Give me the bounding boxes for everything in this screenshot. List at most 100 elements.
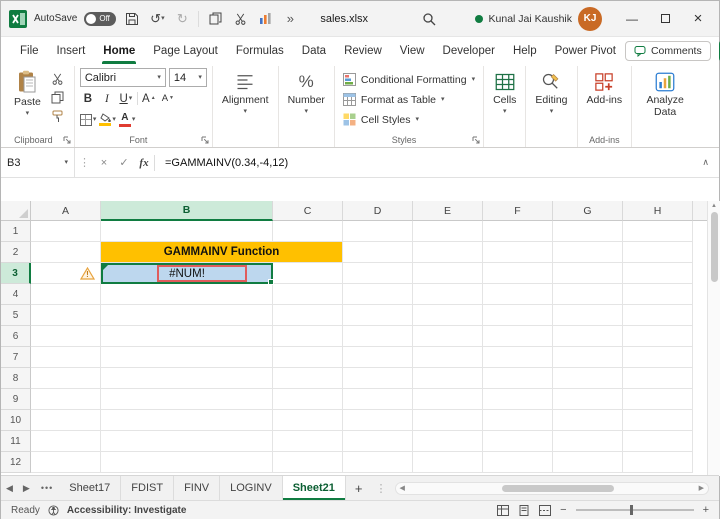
cell[interactable] bbox=[483, 242, 553, 263]
page-break-view-button[interactable] bbox=[539, 504, 552, 516]
column-header-h[interactable]: H bbox=[623, 201, 693, 221]
cell[interactable] bbox=[483, 326, 553, 347]
cell[interactable] bbox=[31, 452, 101, 473]
cell[interactable] bbox=[483, 389, 553, 410]
cell[interactable] bbox=[31, 347, 101, 368]
copy-button[interactable] bbox=[47, 89, 69, 106]
row-header-11[interactable]: 11 bbox=[1, 431, 31, 452]
error-warning-button[interactable]: ! bbox=[80, 266, 95, 280]
cell[interactable] bbox=[553, 452, 623, 473]
row-header-3[interactable]: 3 bbox=[1, 263, 31, 284]
vertical-scroll-thumb[interactable] bbox=[710, 212, 718, 282]
italic-button[interactable]: I bbox=[99, 90, 115, 107]
cell[interactable] bbox=[273, 410, 343, 431]
vertical-scrollbar[interactable]: ▲ bbox=[707, 201, 720, 476]
sheet-tab-sheet21[interactable]: Sheet21 bbox=[282, 476, 346, 500]
row-header-6[interactable]: 6 bbox=[1, 326, 31, 347]
save-icon[interactable] bbox=[123, 10, 141, 27]
row-header-12[interactable]: 12 bbox=[1, 452, 31, 473]
tab-home[interactable]: Home bbox=[94, 37, 144, 64]
column-header-d[interactable]: D bbox=[343, 201, 413, 221]
cell[interactable] bbox=[31, 410, 101, 431]
cell[interactable] bbox=[623, 431, 693, 452]
accessibility-status[interactable]: Accessibility: Investigate bbox=[67, 505, 187, 516]
cell[interactable] bbox=[623, 284, 693, 305]
cell[interactable] bbox=[483, 221, 553, 242]
underline-button[interactable]: U ▾ bbox=[118, 90, 134, 107]
horizontal-scrollbar[interactable]: ◀ ▶ bbox=[394, 481, 709, 495]
cell[interactable] bbox=[553, 368, 623, 389]
tab-help[interactable]: Help bbox=[504, 37, 546, 64]
column-header-g[interactable]: G bbox=[553, 201, 623, 221]
cell[interactable] bbox=[273, 452, 343, 473]
cell[interactable] bbox=[483, 305, 553, 326]
column-header-e[interactable]: E bbox=[413, 201, 483, 221]
cell[interactable] bbox=[101, 389, 273, 410]
cell[interactable] bbox=[413, 347, 483, 368]
sheet-nav-right-icon[interactable]: ▶ bbox=[18, 483, 35, 494]
cell[interactable] bbox=[623, 452, 693, 473]
increase-font-button[interactable]: A ▲ bbox=[141, 90, 157, 107]
redo-button[interactable]: ↻ bbox=[173, 10, 191, 27]
cell[interactable] bbox=[553, 284, 623, 305]
cut-quick-icon[interactable] bbox=[231, 10, 249, 27]
normal-view-button[interactable] bbox=[497, 504, 510, 516]
cell-a3[interactable]: ! bbox=[31, 263, 101, 284]
decrease-font-button[interactable]: A ▼ bbox=[160, 90, 176, 107]
tab-insert[interactable]: Insert bbox=[48, 37, 95, 64]
format-painter-button[interactable] bbox=[47, 108, 69, 125]
column-header-a[interactable]: A bbox=[31, 201, 101, 221]
cell[interactable] bbox=[553, 242, 623, 263]
alignment-button[interactable]: Alignment ▾ bbox=[218, 68, 273, 145]
analyze-data-button[interactable]: Analyze Data bbox=[637, 68, 693, 145]
close-button[interactable]: × bbox=[685, 6, 711, 32]
cell[interactable] bbox=[623, 221, 693, 242]
zoom-slider[interactable] bbox=[575, 505, 694, 515]
cell[interactable] bbox=[31, 368, 101, 389]
account-area[interactable]: Kunal Jai Kaushik KJ bbox=[474, 6, 602, 31]
zoom-slider-thumb[interactable] bbox=[629, 505, 633, 515]
cell[interactable] bbox=[483, 452, 553, 473]
cell[interactable] bbox=[343, 305, 413, 326]
cell[interactable] bbox=[101, 326, 273, 347]
cell[interactable] bbox=[413, 326, 483, 347]
cell[interactable] bbox=[273, 347, 343, 368]
font-dialog-launcher[interactable] bbox=[201, 136, 209, 144]
cell[interactable] bbox=[273, 389, 343, 410]
cell[interactable] bbox=[101, 452, 273, 473]
cell[interactable] bbox=[483, 410, 553, 431]
cell-b2-title[interactable]: GAMMAINV Function bbox=[101, 242, 343, 263]
fill-handle[interactable] bbox=[268, 279, 274, 285]
cell[interactable] bbox=[101, 431, 273, 452]
maximize-button[interactable] bbox=[652, 6, 678, 32]
cell[interactable] bbox=[101, 410, 273, 431]
cell[interactable] bbox=[483, 368, 553, 389]
cell[interactable] bbox=[273, 284, 343, 305]
cell[interactable] bbox=[343, 431, 413, 452]
tab-data[interactable]: Data bbox=[293, 37, 335, 64]
cell[interactable] bbox=[553, 410, 623, 431]
cell[interactable] bbox=[413, 221, 483, 242]
tab-view[interactable]: View bbox=[391, 37, 434, 64]
clipboard-dialog-launcher[interactable] bbox=[63, 136, 71, 144]
insert-function-button[interactable]: fx bbox=[134, 157, 154, 169]
cell[interactable] bbox=[31, 242, 101, 263]
sheet-tab-options[interactable]: ⋮ bbox=[372, 482, 391, 495]
font-size-combo[interactable]: 14 ▾ bbox=[168, 68, 207, 87]
tab-formulas[interactable]: Formulas bbox=[227, 37, 293, 64]
number-button[interactable]: % Number ▾ bbox=[284, 68, 329, 145]
cell[interactable] bbox=[413, 410, 483, 431]
paste-button[interactable]: Paste ▾ bbox=[8, 68, 47, 131]
cell[interactable] bbox=[483, 347, 553, 368]
cell[interactable] bbox=[413, 452, 483, 473]
cell[interactable] bbox=[101, 305, 273, 326]
bold-button[interactable]: B bbox=[80, 90, 96, 107]
tab-developer[interactable]: Developer bbox=[434, 37, 504, 64]
cell[interactable] bbox=[553, 389, 623, 410]
cell[interactable] bbox=[31, 431, 101, 452]
formula-input[interactable]: =GAMMAINV(0.34,-4,12) bbox=[155, 157, 288, 169]
cell[interactable] bbox=[273, 305, 343, 326]
cell[interactable] bbox=[623, 389, 693, 410]
cell[interactable] bbox=[413, 368, 483, 389]
sheet-tab-loginv[interactable]: LOGINV bbox=[220, 476, 283, 500]
